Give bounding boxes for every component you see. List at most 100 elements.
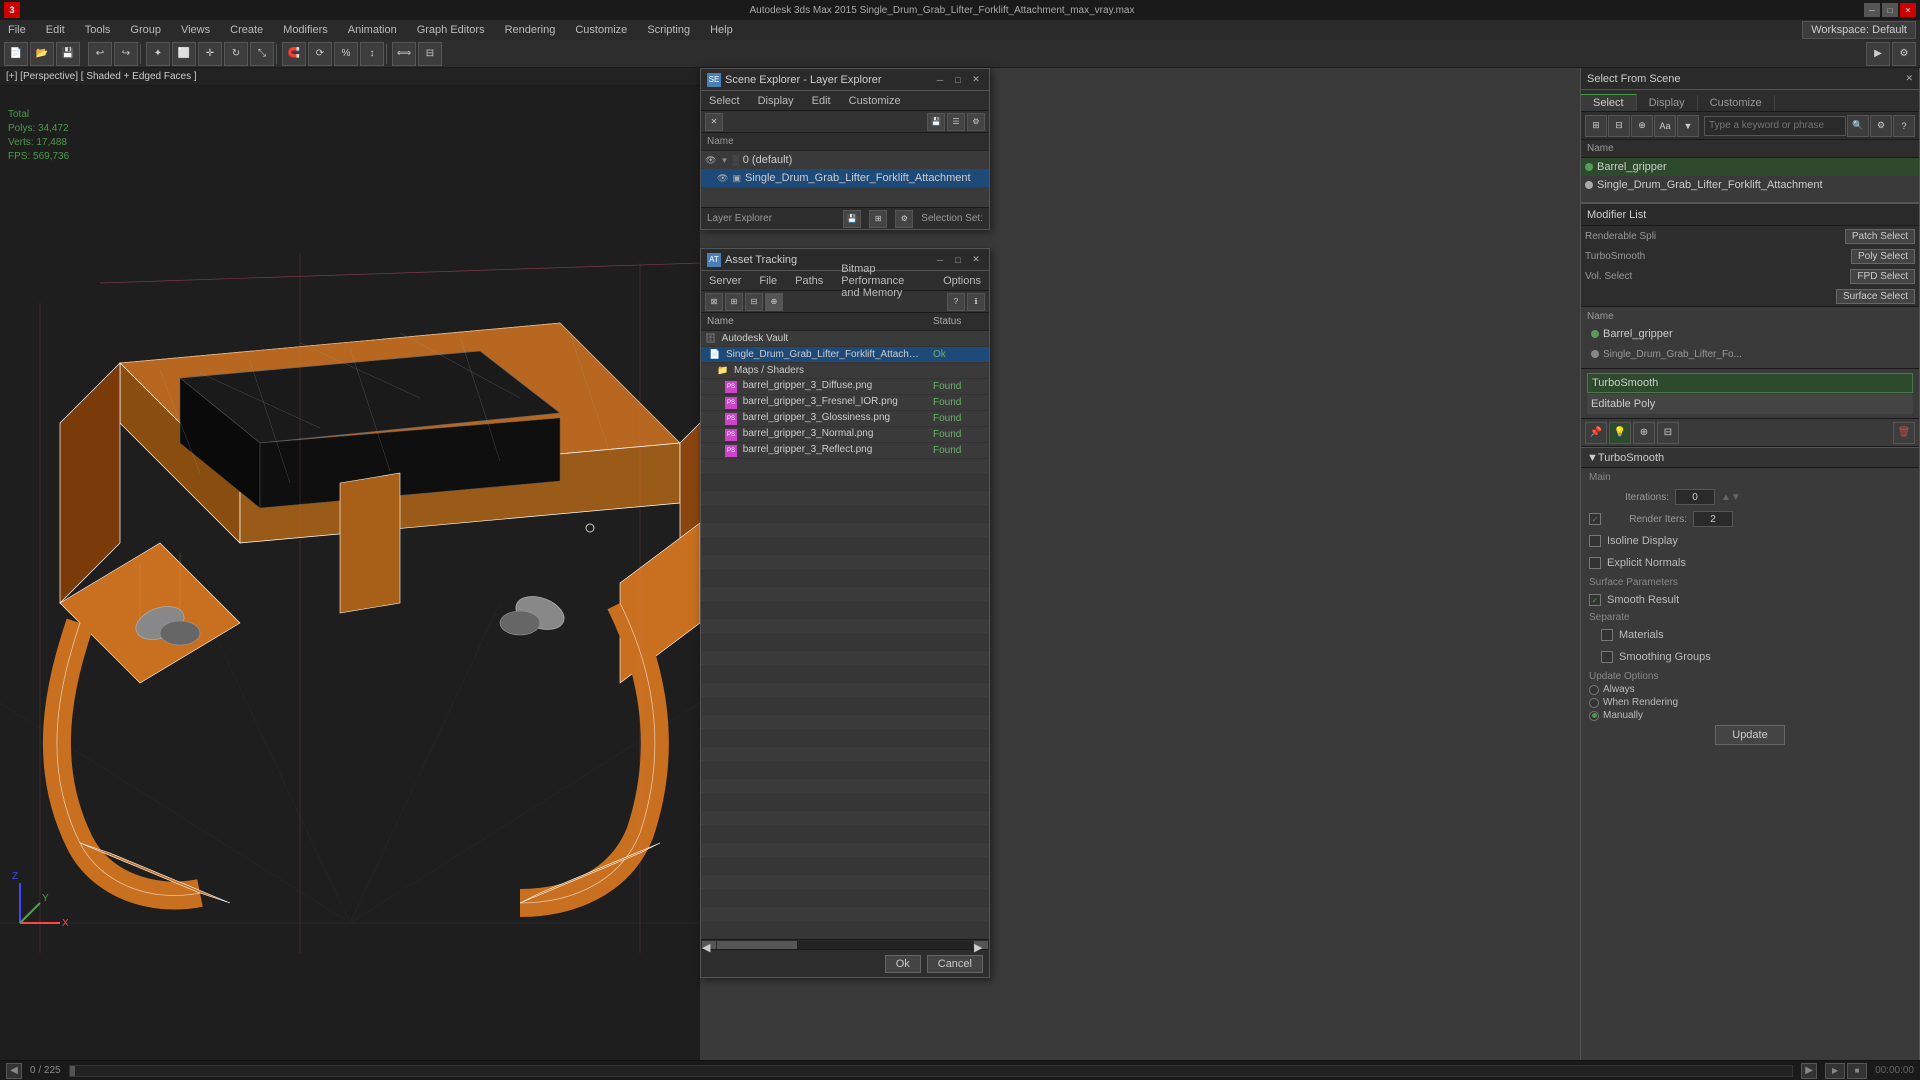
sfs-close-btn[interactable]: ✕ bbox=[1905, 73, 1913, 84]
ts-manually-circle[interactable] bbox=[1589, 711, 1599, 721]
scene-explorer-minimize[interactable]: ─ bbox=[933, 73, 947, 87]
snap-toggle-button[interactable]: 🧲 bbox=[282, 42, 306, 66]
timeline-prev-btn[interactable]: ◀ bbox=[6, 1063, 22, 1079]
sfs-case-btn[interactable]: Aa bbox=[1654, 115, 1676, 137]
timeline-next-btn[interactable]: ▶ bbox=[1801, 1063, 1817, 1079]
at-btn-3[interactable]: ⊟ bbox=[745, 293, 763, 311]
ts-always-circle[interactable] bbox=[1589, 685, 1599, 695]
render-setup-button[interactable]: ⚙ bbox=[1892, 42, 1916, 66]
asset-row-diffuse[interactable]: PS barrel_gripper_3_Diffuse.png Found bbox=[701, 379, 989, 395]
at-menu-options[interactable]: Options bbox=[939, 275, 985, 287]
menu-modifiers[interactable]: Modifiers bbox=[279, 24, 332, 36]
se-list-btn[interactable]: ☰ bbox=[947, 113, 965, 131]
show-all-btn[interactable]: ⊕ bbox=[1633, 422, 1655, 444]
ts-explicit-checkbox[interactable] bbox=[1589, 557, 1601, 569]
asset-row-fresnel[interactable]: PS barrel_gripper_3_Fresnel_IOR.png Foun… bbox=[701, 395, 989, 411]
asset-row-glossiness[interactable]: PS barrel_gripper_3_Glossiness.png Found bbox=[701, 411, 989, 427]
menu-rendering[interactable]: Rendering bbox=[501, 24, 560, 36]
ts-smoothing-checkbox[interactable] bbox=[1601, 651, 1613, 663]
ts-render-iters-checkbox[interactable] bbox=[1589, 513, 1601, 525]
se-footer-btn1[interactable]: 💾 bbox=[843, 210, 861, 228]
asset-row-reflect[interactable]: PS barrel_gripper_3_Reflect.png Found bbox=[701, 443, 989, 459]
fpd-select-button[interactable]: FPD Select bbox=[1850, 269, 1915, 284]
sfs-none-btn[interactable]: ⊟ bbox=[1608, 115, 1630, 137]
surface-select-button[interactable]: Surface Select bbox=[1836, 289, 1915, 304]
menu-tools[interactable]: Tools bbox=[81, 24, 115, 36]
new-file-button[interactable]: 📄 bbox=[4, 42, 28, 66]
se-menu-select[interactable]: Select bbox=[705, 95, 744, 107]
at-btn-1[interactable]: ⊠ bbox=[705, 293, 723, 311]
at-ok-button[interactable]: Ok bbox=[885, 955, 921, 973]
ts-update-button[interactable]: Update bbox=[1715, 725, 1784, 745]
se-footer-btn2[interactable]: ⊞ bbox=[869, 210, 887, 228]
at-scroll-thumb[interactable] bbox=[717, 941, 797, 949]
menu-views[interactable]: Views bbox=[177, 24, 214, 36]
delete-modifier-btn[interactable]: 🗑 bbox=[1893, 422, 1915, 444]
percent-snap-button[interactable]: % bbox=[334, 42, 358, 66]
at-help-btn[interactable]: ? bbox=[947, 293, 965, 311]
scene-explorer-close[interactable]: ✕ bbox=[969, 73, 983, 87]
ts-iterations-input[interactable]: 0 bbox=[1675, 489, 1715, 505]
pin-stack-btn[interactable]: 📌 bbox=[1585, 422, 1607, 444]
render-button[interactable]: ▶ bbox=[1866, 42, 1890, 66]
turbosmooth-modifier-item[interactable]: TurboSmooth bbox=[1587, 373, 1913, 393]
at-minimize[interactable]: ─ bbox=[933, 253, 947, 267]
move-button[interactable]: ✛ bbox=[198, 42, 222, 66]
menu-customize[interactable]: Customize bbox=[571, 24, 631, 36]
at-btn-2[interactable]: ⊞ bbox=[725, 293, 743, 311]
layer-item-1[interactable]: 👁 ▣ Single_Drum_Grab_Lifter_Forklift_Att… bbox=[701, 169, 989, 187]
ts-manually-radio[interactable]: Manually bbox=[1589, 710, 1911, 721]
sfs-search-icon[interactable]: 🔍 bbox=[1847, 115, 1869, 137]
viewport-canvas[interactable]: Total Polys: 34,472 Verts: 17,488 FPS: 5… bbox=[0, 86, 700, 1060]
expand-icon-0[interactable]: ▼ bbox=[720, 156, 728, 165]
mirror-button[interactable]: ⟺ bbox=[392, 42, 416, 66]
workspace-selector[interactable]: Workspace: Default bbox=[1802, 21, 1916, 39]
asset-row-file[interactable]: 📄 Single_Drum_Grab_Lifter_Forklift_Attac… bbox=[701, 347, 989, 363]
sfs-invert-btn[interactable]: ⊕ bbox=[1631, 115, 1653, 137]
align-button[interactable]: ⊟ bbox=[418, 42, 442, 66]
maximize-button[interactable]: □ bbox=[1882, 3, 1898, 17]
layer-item-0[interactable]: 👁 ▼ ░ 0 (default) bbox=[701, 151, 989, 169]
se-menu-edit[interactable]: Edit bbox=[808, 95, 835, 107]
undo-button[interactable]: ↩ bbox=[88, 42, 112, 66]
menu-create[interactable]: Create bbox=[226, 24, 267, 36]
at-btn-4[interactable]: ⊕ bbox=[765, 293, 783, 311]
menu-animation[interactable]: Animation bbox=[344, 24, 401, 36]
timeline-scrubber[interactable] bbox=[69, 1065, 1793, 1077]
ts-when-rendering-radio[interactable]: When Rendering bbox=[1589, 697, 1911, 708]
save-button[interactable]: 💾 bbox=[56, 42, 80, 66]
asset-row-vault[interactable]: 🗄 Autodesk Vault bbox=[701, 331, 989, 347]
poly-select-button[interactable]: Poly Select bbox=[1851, 249, 1915, 264]
se-menu-customize[interactable]: Customize bbox=[845, 95, 905, 107]
minimize-button[interactable]: ─ bbox=[1864, 3, 1880, 17]
spinner-snap-button[interactable]: ↕ bbox=[360, 42, 384, 66]
at-scroll-right[interactable]: ▶ bbox=[974, 941, 988, 949]
se-close-btn[interactable]: ✕ bbox=[705, 113, 723, 131]
sfs-all-btn[interactable]: ⊞ bbox=[1585, 115, 1607, 137]
patch-select-button[interactable]: Patch Select bbox=[1845, 229, 1915, 244]
menu-file[interactable]: File bbox=[4, 24, 30, 36]
scale-button[interactable]: ⤡ bbox=[250, 42, 274, 66]
menu-edit[interactable]: Edit bbox=[42, 24, 69, 36]
ts-render-iters-input[interactable]: 2 bbox=[1693, 511, 1733, 527]
editablepoly-modifier-item[interactable]: Editable Poly bbox=[1587, 394, 1913, 414]
select-region-button[interactable]: ⬜ bbox=[172, 42, 196, 66]
ts-iterations-spin[interactable]: ▲▼ bbox=[1721, 492, 1741, 503]
rotate-button[interactable]: ↻ bbox=[224, 42, 248, 66]
at-menu-bitmap[interactable]: Bitmap Performance and Memory bbox=[837, 263, 929, 299]
at-scroll-left[interactable]: ◀ bbox=[702, 941, 716, 949]
at-hscrollbar[interactable]: ◀ ▶ bbox=[701, 939, 989, 949]
se-settings-btn[interactable]: ⚙ bbox=[967, 113, 985, 131]
active-light-btn[interactable]: 💡 bbox=[1609, 422, 1631, 444]
window-controls[interactable]: ─ □ ✕ bbox=[1864, 3, 1916, 17]
at-menu-paths[interactable]: Paths bbox=[791, 275, 827, 287]
open-file-button[interactable]: 📂 bbox=[30, 42, 54, 66]
angle-snap-button[interactable]: ⟳ bbox=[308, 42, 332, 66]
ts-always-radio[interactable]: Always bbox=[1589, 684, 1911, 695]
turbosmooth-header[interactable]: ▼ TurboSmooth bbox=[1581, 448, 1919, 468]
sfs-tab-customize[interactable]: Customize bbox=[1698, 95, 1775, 111]
ts-isoline-checkbox[interactable] bbox=[1589, 535, 1601, 547]
sfs-tab-select[interactable]: Select bbox=[1581, 94, 1637, 111]
sfs-settings-icon[interactable]: ⚙ bbox=[1870, 115, 1892, 137]
sfs-item-0[interactable]: Barrel_gripper bbox=[1581, 158, 1919, 176]
